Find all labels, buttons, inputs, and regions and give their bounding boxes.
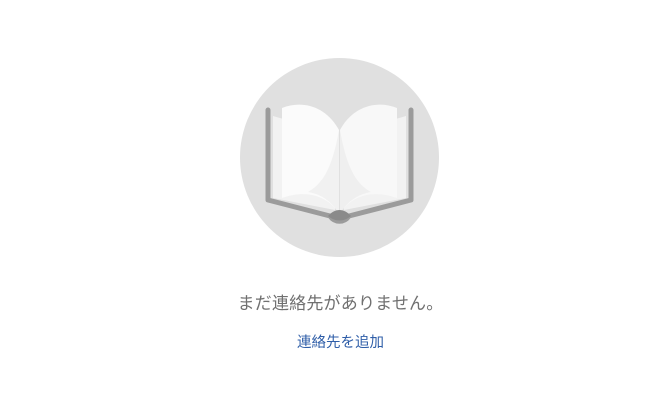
open-book-icon <box>265 104 414 224</box>
empty-state-message: まだ連絡先がありません。 <box>237 294 444 314</box>
empty-state-illustration <box>240 58 439 257</box>
add-contact-link[interactable]: 連絡先を追加 <box>0 331 657 352</box>
empty-state: まだ連絡先がありません。 連絡先を追加 <box>0 0 657 413</box>
